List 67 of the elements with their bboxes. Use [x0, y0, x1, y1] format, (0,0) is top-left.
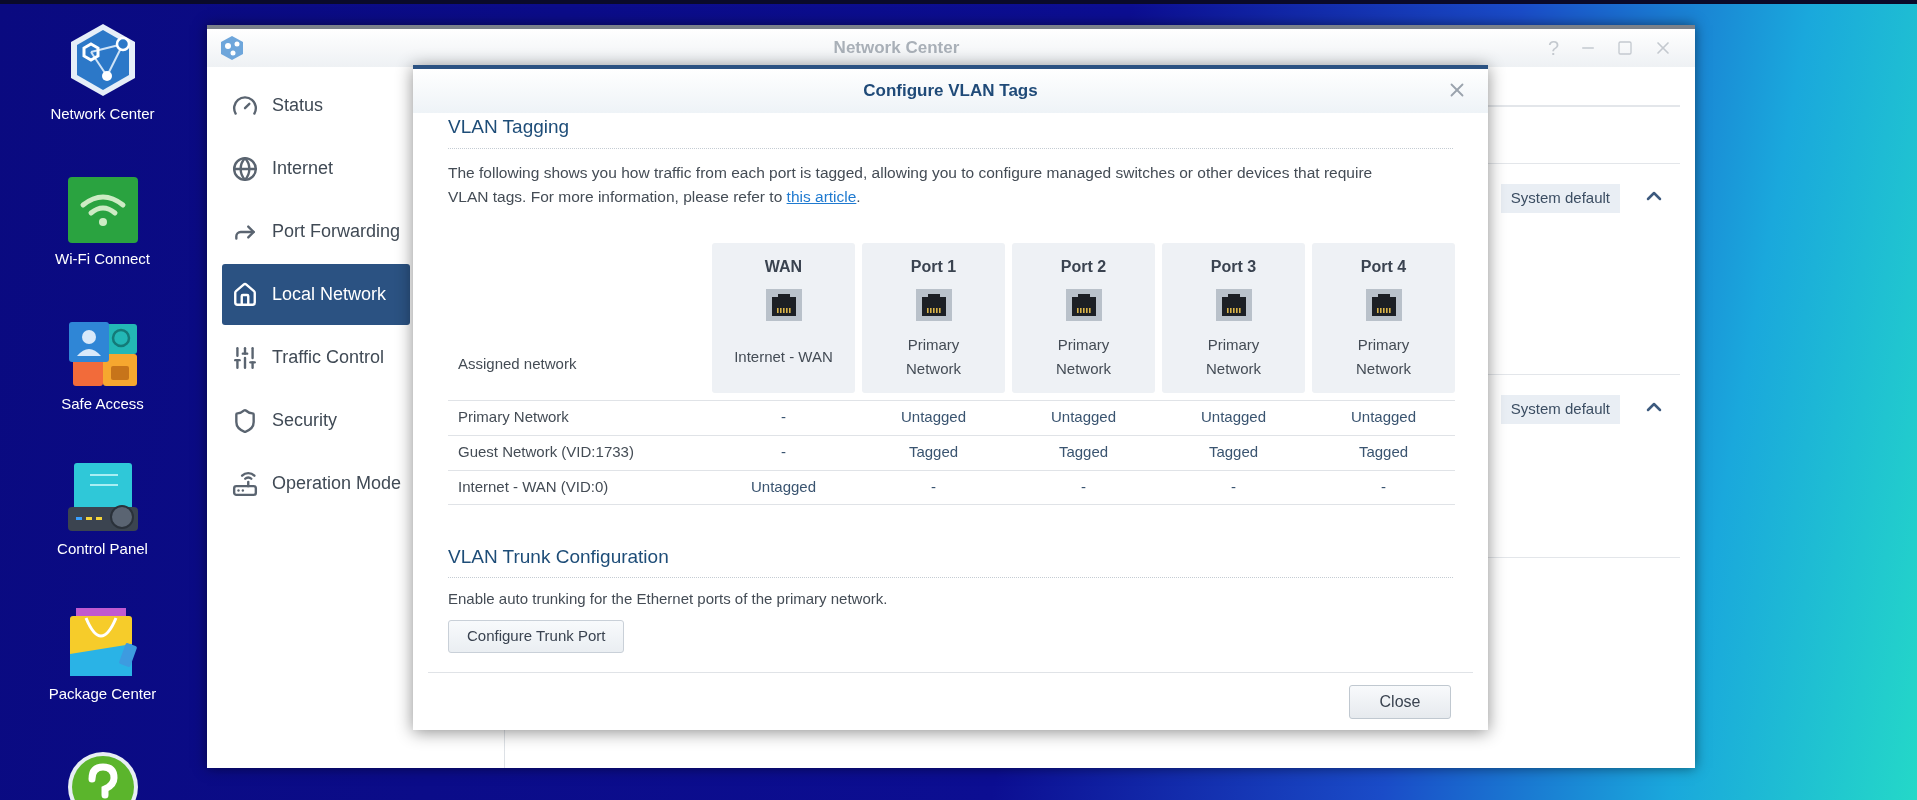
tagging-cell-text: Untagged	[899, 407, 968, 428]
assigned-network: Primary Network	[1355, 334, 1412, 379]
maximize-icon[interactable]	[1617, 40, 1633, 56]
tagging-cell-text: Tagged	[1207, 442, 1260, 463]
house-icon	[232, 281, 258, 308]
assigned-network: Primary Network	[1205, 334, 1262, 379]
configure-trunk-button[interactable]: Configure Trunk Port	[448, 619, 625, 653]
tagging-cell-text: Tagged	[1057, 442, 1110, 463]
sidebar-item[interactable]: Local Network	[222, 264, 410, 325]
description-text: The following shows you how traffic from each port is tagged, allowing you to configure managed switches or other devices that require VLAN tags. For more information, please refer to this article.	[448, 162, 1374, 207]
tagging-cell-text: -	[1080, 476, 1087, 497]
desktop-icon-label[interactable]: Safe Access	[47, 394, 158, 413]
tagging-cell-text: Tagged	[1357, 442, 1410, 463]
tagging-cell-text: Tagged	[907, 442, 960, 463]
app-icon	[219, 35, 245, 61]
network-name: Guest Network (VID:1733)	[457, 442, 635, 463]
desktop-icon-label[interactable]: Package Center	[47, 684, 158, 703]
desktop-icon-label[interactable]: Control Panel	[47, 539, 158, 558]
article-link[interactable]: this article	[786, 187, 857, 205]
section-heading: VLAN Trunk Configuration	[448, 542, 1453, 578]
shield-icon	[232, 407, 258, 434]
ethernet-port-icon	[1365, 288, 1402, 321]
close-button[interactable]: Close	[1349, 684, 1451, 719]
tagging-cell-text: -	[780, 442, 787, 463]
network-name: Internet - WAN (VID:0)	[457, 476, 610, 497]
assigned-network: Internet - WAN	[733, 346, 834, 367]
sidebar-item[interactable]: Internet	[222, 138, 410, 199]
port-name: Port 3	[1210, 256, 1257, 277]
network-name: Primary Network	[457, 407, 570, 428]
ethernet-port-icon	[915, 288, 952, 321]
port-name: Port 2	[1060, 256, 1107, 277]
port-name: WAN	[764, 256, 803, 277]
ethernet-port-icon	[1215, 288, 1252, 321]
tagging-cell-text: -	[1380, 476, 1387, 497]
assigned-network-label: Assigned network	[458, 354, 577, 374]
tagging-cell-text: -	[930, 476, 937, 497]
router-icon	[232, 470, 258, 497]
tagging-cell-text: Untagged	[1349, 407, 1418, 428]
globe-icon	[232, 155, 258, 182]
wifi-icon	[67, 177, 138, 243]
desktop-icon-label[interactable]: Wi-Fi Connect	[47, 249, 158, 268]
sliders-icon	[232, 344, 258, 371]
status-badge: System default	[1500, 184, 1620, 213]
user-lock-tiles-icon	[66, 322, 139, 388]
trunk-description: Enable auto trunking for the Ethernet ports of the primary network.	[448, 589, 889, 609]
tagging-cell-text: Untagged	[1049, 407, 1118, 428]
tagging-cell-text: -	[780, 407, 787, 428]
desktop-icon-label[interactable]: Network Center	[47, 104, 158, 123]
sidebar-item[interactable]: Operation Mode	[222, 453, 410, 514]
ethernet-port-icon	[765, 288, 802, 321]
ethernet-port-icon	[1065, 288, 1102, 321]
sidebar-item[interactable]: Security	[222, 390, 410, 451]
dialog-title: Configure VLAN Tags	[863, 80, 1038, 103]
control-panel-icon	[65, 463, 140, 533]
port-name: Port 1	[910, 256, 957, 277]
sidebar-item[interactable]: Status	[222, 75, 410, 136]
assigned-network: Primary Network	[1055, 334, 1112, 379]
sidebar-item[interactable]: Traffic Control	[222, 327, 410, 388]
tagging-cell-text: -	[1230, 476, 1237, 497]
port-name: Port 4	[1360, 256, 1407, 277]
tagging-cell-text: Untagged	[1199, 407, 1268, 428]
tagging-cell-text: Untagged	[749, 476, 818, 497]
window-title: Network Center	[832, 37, 961, 60]
section-heading: VLAN Tagging	[448, 113, 1453, 149]
assigned-network: Primary Network	[905, 334, 962, 379]
sidebar-item[interactable]: Port Forwarding	[222, 201, 410, 262]
status-badge: System default	[1500, 395, 1620, 424]
